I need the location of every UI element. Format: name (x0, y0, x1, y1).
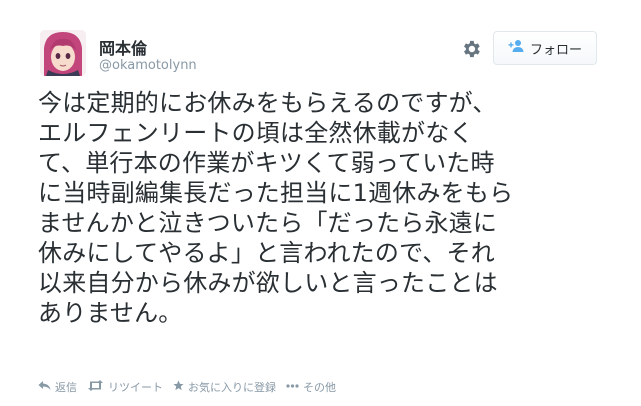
avatar-illustration (40, 30, 86, 76)
follow-label: フォロー (529, 42, 582, 58)
add-user-icon (508, 39, 524, 57)
tweet-actions: 返信 リツイート お気に入りに登録 その他 (38, 379, 336, 395)
reply-label: 返信 (55, 381, 77, 394)
tweet-card: 岡本倫 @okamotolynn フォロー 今は定期的にお休みをもらえるのですが… (0, 0, 641, 406)
retweet-button[interactable]: リツイート (87, 379, 163, 395)
retweet-icon (87, 380, 104, 394)
gear-icon[interactable] (460, 38, 482, 60)
more-label: その他 (303, 381, 336, 394)
user-handle[interactable]: @okamotolynn (99, 58, 197, 73)
favorite-button[interactable]: お気に入りに登録 (173, 379, 276, 395)
display-name[interactable]: 岡本倫 (99, 35, 147, 59)
more-button[interactable]: その他 (286, 379, 336, 395)
favorite-label: お気に入りに登録 (188, 381, 276, 394)
reply-button[interactable]: 返信 (38, 379, 77, 395)
reply-icon (38, 380, 51, 394)
avatar[interactable] (40, 30, 86, 76)
retweet-label: リツイート (108, 381, 163, 394)
tweet-text: 今は定期的にお休みをもらえるのですが、 エルフェンリートの頃は全然休載がなく て… (38, 89, 514, 327)
follow-button[interactable]: フォロー (493, 31, 597, 65)
star-icon (173, 380, 184, 394)
ellipsis-icon (286, 380, 299, 394)
